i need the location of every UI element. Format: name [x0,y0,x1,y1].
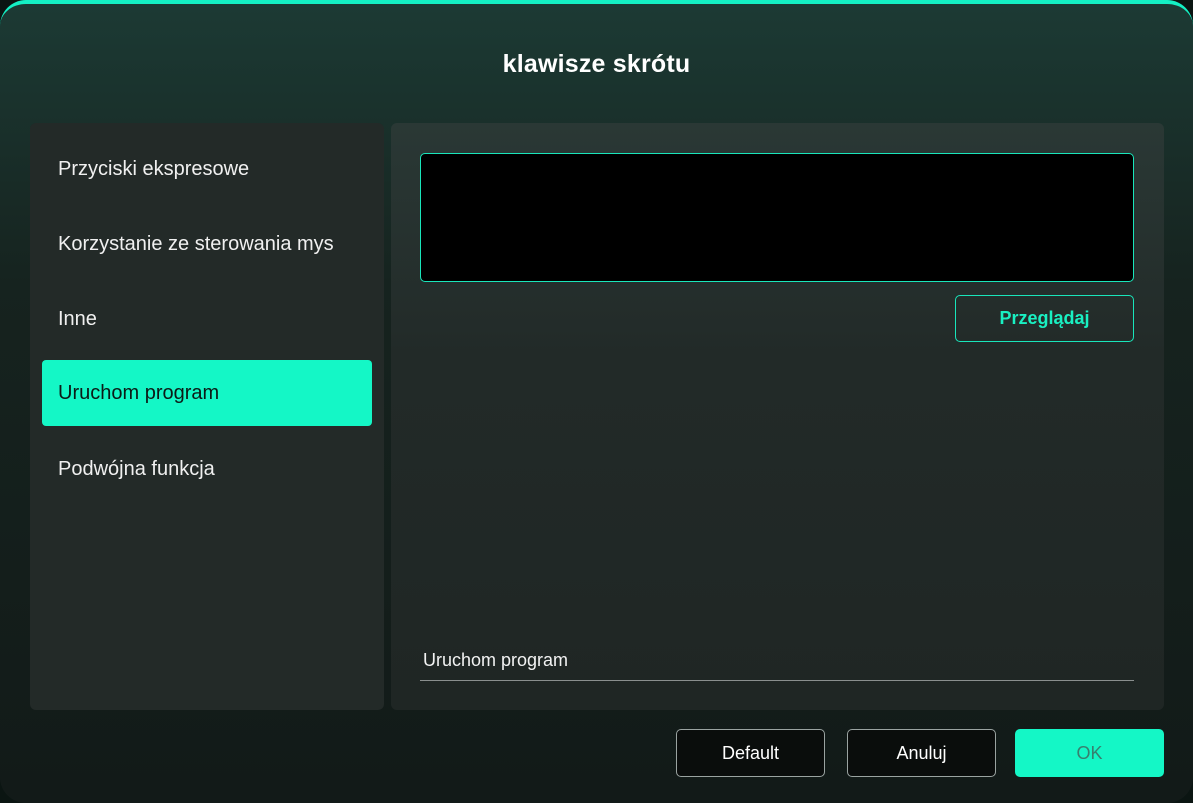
browse-button[interactable]: Przeglądaj [955,295,1134,342]
dialog-title: klawisze skrótu [502,50,691,78]
sidebar-item-express-buttons[interactable]: Przyciski ekspresowe [42,136,372,202]
default-button[interactable]: Default [676,729,825,777]
sidebar-item-run-program[interactable]: Uruchom program [42,360,372,426]
sidebar-item-mouse-control[interactable]: Korzystanie ze sterowania mys [42,211,372,277]
sidebar-item-dual-function[interactable]: Podwójna funkcja [42,436,372,502]
cancel-button[interactable]: Anuluj [847,729,996,777]
action-name-underline [420,680,1134,681]
sidebar: Przyciski ekspresowe Korzystanie ze ster… [30,123,384,710]
program-path-field[interactable] [420,153,1134,282]
sidebar-item-other[interactable]: Inne [42,286,372,352]
action-name-label: Uruchom program [423,650,569,670]
ok-button[interactable]: OK [1015,729,1164,777]
shortcut-keys-dialog: klawisze skrótu Przyciski ekspresowe Kor… [0,0,1193,803]
main-panel: Przeglądaj Uruchom program [391,123,1164,710]
